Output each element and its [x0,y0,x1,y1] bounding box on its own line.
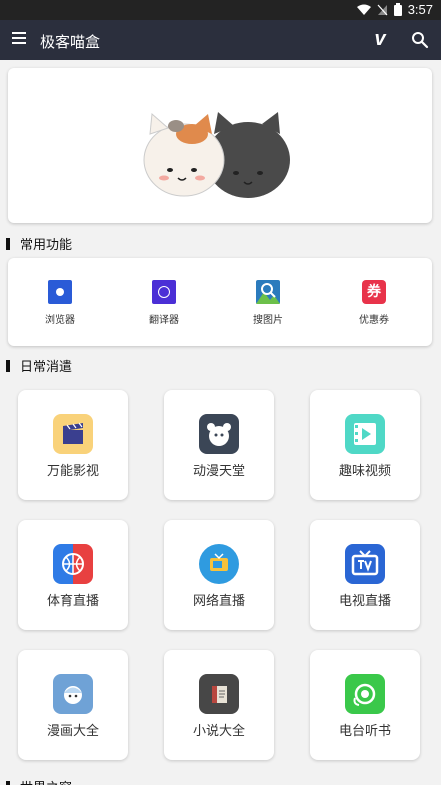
app-bar: 极客喵盒 v [0,20,441,60]
app-card-novels[interactable]: 小说大全 [164,650,274,760]
app-card-web-live-label: 网络直播 [192,593,245,608]
app-card-fun-video-label: 趣味视频 [338,463,391,478]
comic-face-icon [53,674,93,714]
no-signal-icon [377,4,388,15]
tv-icon [345,544,385,584]
coupon-icon: 券 [362,280,386,304]
section-daily: 日常消遣 [6,356,72,375]
clapperboard-icon [53,414,93,454]
app-card-fun-video[interactable]: 趣味视频 [310,390,420,500]
film-play-icon [345,414,385,454]
browser-icon [48,280,72,304]
book-icon [199,674,239,714]
feature-coupon-label: 优惠券 [359,315,389,326]
feature-browser[interactable]: 浏览器 [28,280,92,326]
status-time: 3:57 [407,2,433,17]
cats-illustration [143,112,290,198]
basketball-icon [53,544,93,584]
menu-icon[interactable] [12,32,26,46]
battery-icon [393,3,402,16]
status-icons: 3:57 [356,2,433,17]
app-card-radio[interactable]: 电台听书 [310,650,420,760]
common-features-panel: 浏览器 翻译器 搜图片 券 优惠券 [8,258,432,346]
app-card-comics[interactable]: 漫画大全 [18,650,128,760]
white-cat-illustration [143,112,225,197]
app-card-sports-live-label: 体育直播 [46,593,99,608]
section-next-title: 世界之窗 [20,777,72,785]
feature-image-search[interactable]: 搜图片 [236,280,300,326]
anime-icon [199,414,239,454]
app-card-movies-label: 万能影视 [46,463,99,478]
app-card-movies[interactable]: 万能影视 [18,390,128,500]
vimeo-icon[interactable]: v [370,28,390,50]
feature-browser-label: 浏览器 [45,315,75,326]
app-card-sports-live[interactable]: 体育直播 [18,520,128,630]
app-card-anime-label: 动漫天堂 [192,463,245,478]
image-search-icon [256,280,280,304]
banner[interactable] [8,68,432,223]
section-common-title: 常用功能 [20,237,73,252]
app-card-radio-label: 电台听书 [338,723,391,738]
section-common: 常用功能 [6,234,72,253]
app-card-tv-live[interactable]: 电视直播 [310,520,420,630]
wifi-icon [356,4,371,15]
tv-live-icon [199,544,239,584]
translate-icon [152,280,176,304]
feature-translator[interactable]: 翻译器 [132,280,196,326]
app-card-novels-label: 小说大全 [192,723,245,738]
radio-headphones-icon [345,674,385,714]
app-card-tv-live-label: 电视直播 [338,593,391,608]
app-card-comics-label: 漫画大全 [46,723,99,738]
app-card-web-live[interactable]: 网络直播 [164,520,274,630]
section-daily-title: 日常消遣 [20,359,73,374]
search-icon[interactable] [411,31,429,49]
app-card-anime[interactable]: 动漫天堂 [164,390,274,500]
status-bar: 3:57 [0,0,441,20]
section-next: 世界之窗 [6,777,72,785]
feature-image-search-label: 搜图片 [253,315,283,326]
feature-translator-label: 翻译器 [149,315,179,326]
app-title: 极客喵盒 [40,34,101,51]
feature-coupon[interactable]: 券 优惠券 [342,280,406,326]
